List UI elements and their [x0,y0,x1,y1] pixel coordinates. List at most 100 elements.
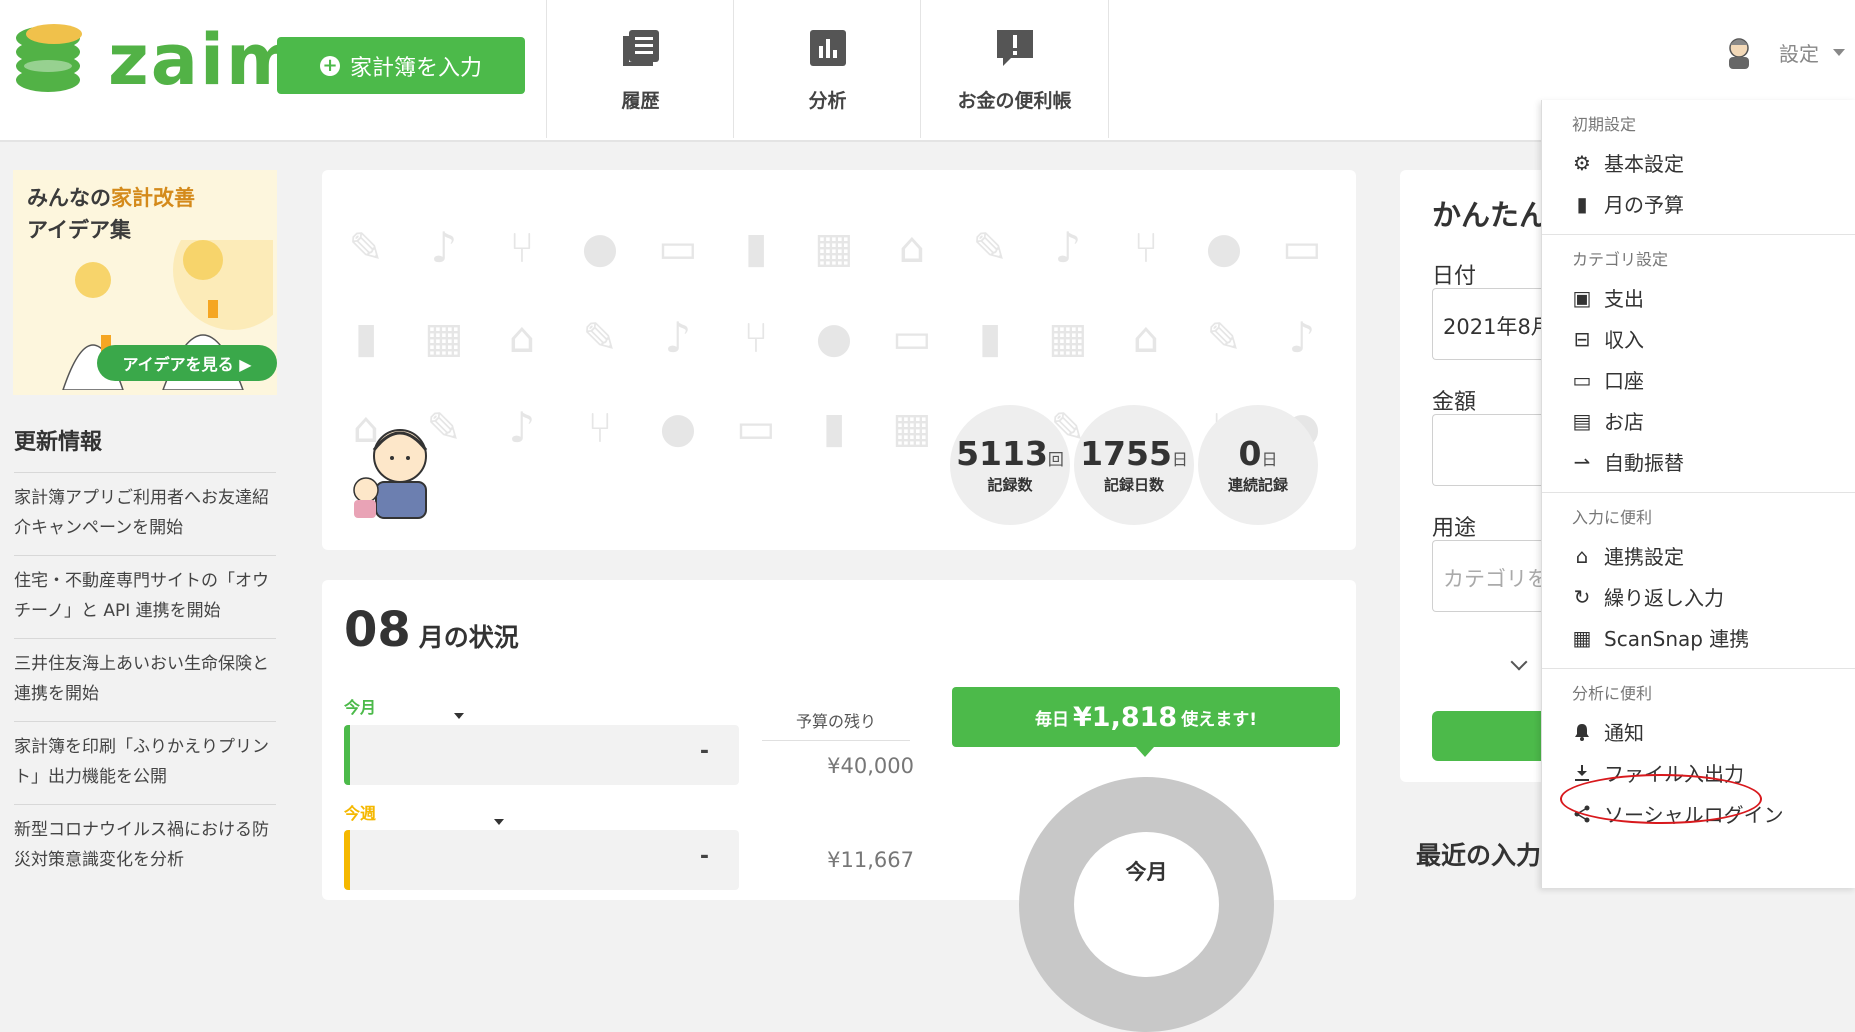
banner-title-line2: アイデア集 [27,218,131,242]
menu-section-title: 入力に便利 [1572,508,1653,527]
news-item[interactable]: 新型コロナウイルス禍における防災対策意識変化を分析 [14,804,276,887]
banner-title-prefix: みんなの [27,186,111,210]
remaining-week-value: ¥11,667 [827,848,914,872]
nav-analysis[interactable]: 分析 [733,0,921,138]
this-week-label: 今週 [344,804,377,823]
purpose-label: 用途 [1432,516,1477,541]
menu-item-notifications[interactable]: 通知 [1542,711,1855,752]
this-week-spending[interactable]: - [344,830,739,890]
menu-section-category: カテゴリ設定 ▣ 支出 ⊟ 収入 ▭ 口座 ▤ お店 ⇀ 自動振替 [1542,235,1855,493]
menu-item-repeat-input[interactable]: ↻ 繰り返し入力 [1542,576,1855,617]
stat-record-days: 1755日 記録日数 [1074,405,1194,525]
menu-item-auto-transfer[interactable]: ⇀ 自動振替 [1542,441,1855,482]
store-icon: ▤ [1572,408,1592,433]
menu-item-label: 月の予算 [1604,193,1684,217]
menu-item-link-settings[interactable]: ⌂ 連携設定 [1542,535,1855,576]
transfer-icon: ⇀ [1573,449,1591,474]
menu-section-title: 分析に便利 [1572,684,1653,703]
ideas-banner[interactable]: みんなの家計改善 アイデア集 アイデアを見る ▶ [13,170,277,395]
this-month-dropdown-icon[interactable] [454,713,464,719]
bank-icon: ⌂ [1575,543,1589,568]
stat-label: 連続記録 [1227,475,1288,494]
nav-history[interactable]: 履歴 [546,0,734,138]
nav-history-label: 履歴 [621,90,660,112]
stat-unit: 日 [1261,449,1278,469]
chevron-down-icon[interactable] [1510,653,1528,671]
menu-item-account[interactable]: ▭ 口座 [1542,359,1855,400]
this-week-dropdown-icon[interactable] [494,819,504,825]
daily-suffix: 使えます! [1181,709,1257,730]
record-stats: 5113回 記録数 1755日 記録日数 0日 連続記録 [950,405,1318,525]
download-icon [1572,763,1592,783]
wallet-icon: ▣ [1572,285,1592,310]
menu-item-social-login[interactable]: ソーシャルログイン [1542,793,1855,834]
coin-stack-icon [16,24,82,92]
banner-pointer [1136,747,1154,757]
caret-down-icon [1833,48,1845,56]
menu-item-label: ソーシャルログイン [1604,803,1784,827]
share-icon [1572,804,1592,824]
recent-entries-title: 最近の入力 [1416,841,1542,870]
stat-value: 5113 [956,433,1048,473]
menu-item-store[interactable]: ▤ お店 [1542,400,1855,441]
menu-item-label: 基本設定 [1604,152,1684,176]
menu-item-label: 収入 [1604,328,1644,352]
logo-text: zaim [108,19,301,101]
menu-section-title: カテゴリ設定 [1572,250,1669,269]
this-month-bar [344,725,350,785]
menu-item-label: 口座 [1604,369,1644,393]
menu-item-basic-settings[interactable]: ⚙ 基本設定 [1542,142,1855,183]
news-title: 更新情報 [14,430,103,455]
news-item[interactable]: 家計簿を印刷「ふりかえりプリント」出力機能を公開 [14,721,276,804]
monthly-status-panel: 08 月の状況 今月 - 今週 - 予算の残り ¥40,000 ¥11,667 毎… [322,580,1356,1032]
menu-section-title: 初期設定 [1572,115,1637,134]
menu-item-label: 自動振替 [1604,451,1684,475]
see-ideas-button[interactable]: アイデアを見る ▶ [97,345,277,381]
user-menu[interactable]: 設定 [1721,34,1845,70]
news-item[interactable]: 家計簿アプリご利用者へお友達紹介キャンペーンを開始 [14,472,276,555]
nav-money-notebook[interactable]: お金の便利帳 [920,0,1109,138]
plus-icon: + [319,55,340,76]
quick-input-title: かんたん [1432,198,1549,232]
printer-icon: ▦ [1572,625,1592,650]
add-entry-label: 家計簿を入力 [349,55,482,81]
this-month-spending[interactable]: - [344,725,739,785]
stat-unit: 日 [1171,449,1188,469]
stat-value: 1755 [1080,433,1172,473]
card-icon: ▭ [1572,367,1592,392]
menu-item-expense[interactable]: ▣ 支出 [1542,277,1855,318]
menu-item-monthly-budget[interactable]: ▮ 月の予算 [1542,183,1855,224]
menu-section-initial: 初期設定 ⚙ 基本設定 ▮ 月の予算 [1542,100,1855,235]
banner-title-highlight: 家計改善 [111,186,195,210]
repeat-icon: ↻ [1573,584,1591,609]
menu-item-label: ScanSnap 連携 [1604,627,1750,651]
menu-item-file-import-export[interactable]: ファイル入出力 [1542,752,1855,793]
remaining-budget-header: 予算の残り [762,708,910,741]
news-item[interactable]: 三井住友海上あいおい生命保険と連携を開始 [14,638,276,721]
nav-money-notebook-label: お金の便利帳 [957,90,1072,112]
menu-item-scansnap[interactable]: ▦ ScanSnap 連携 [1542,617,1855,658]
analysis-icon [809,30,846,66]
income-icon: ⊟ [1573,326,1591,351]
history-icon [622,30,659,66]
donut-label: 今月 [1125,860,1168,884]
month-suffix: 月の状況 [418,623,519,652]
book-icon: ▮ [1576,191,1588,216]
zaim-logo[interactable]: zaim [12,18,299,100]
month-number: 08 [344,602,411,658]
profile-panel: ✎♪⑂●▭▮▦⌂✎♪⑂●▭ ▮▦⌂✎♪⑂●▭▮▦⌂✎♪ ⌂✎♪⑂●▭▮▦⌂✎♪⑂… [322,170,1356,550]
news-item[interactable]: 住宅・不動産専門サイトの「オウチーノ」と API 連携を開始 [14,555,276,638]
menu-item-label: お店 [1604,410,1644,434]
stat-records: 5113回 記録数 [950,405,1070,525]
stat-label: 記録数 [987,475,1033,494]
news-list: 家計簿アプリご利用者へお友達紹介キャンペーンを開始 住宅・不動産専門サイトの「オ… [14,472,276,887]
stat-value: 0 [1238,433,1262,473]
menu-item-income[interactable]: ⊟ 収入 [1542,318,1855,359]
add-entry-button[interactable]: + 家計簿を入力 [277,37,525,94]
this-week-value: - [699,844,709,869]
this-month-value: - [699,739,709,764]
daily-allowance-banner: 毎日 ¥1,818 使えます! [952,687,1340,747]
daily-amount: ¥1,818 [1073,701,1178,733]
settings-label: 設定 [1779,41,1819,66]
banner-title: みんなの家計改善 アイデア集 [27,182,195,246]
